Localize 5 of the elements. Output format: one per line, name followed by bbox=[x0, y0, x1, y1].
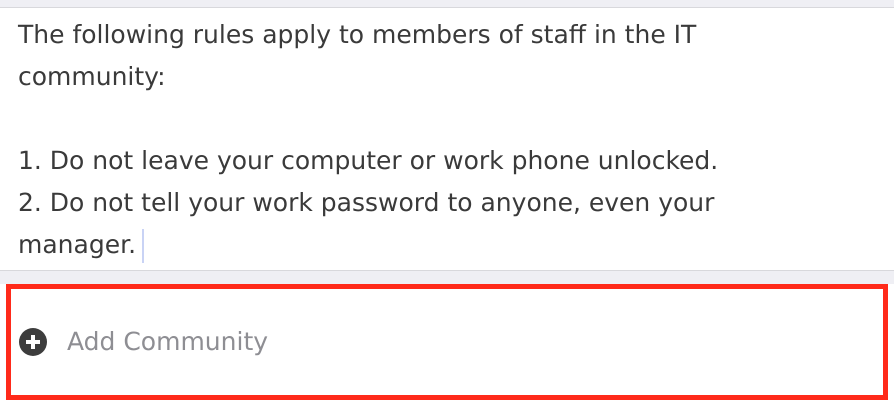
rules-text-area[interactable]: The following rules apply to members of staff in the IT community: 1. Do not leave your computer or work phone unlocked. 2. Do not tell your work password to anyone, even your manager. bbox=[0, 8, 894, 270]
add-community-label: Add Community bbox=[67, 326, 268, 358]
plus-circle-icon bbox=[19, 328, 47, 356]
rules-paragraph: 1. Do not leave your computer or work phone unlocked. 2. Do not tell your work password to anyone, even your manager. bbox=[18, 140, 824, 266]
rules-paragraph: The following rules apply to members of staff in the IT community: bbox=[18, 19, 698, 93]
